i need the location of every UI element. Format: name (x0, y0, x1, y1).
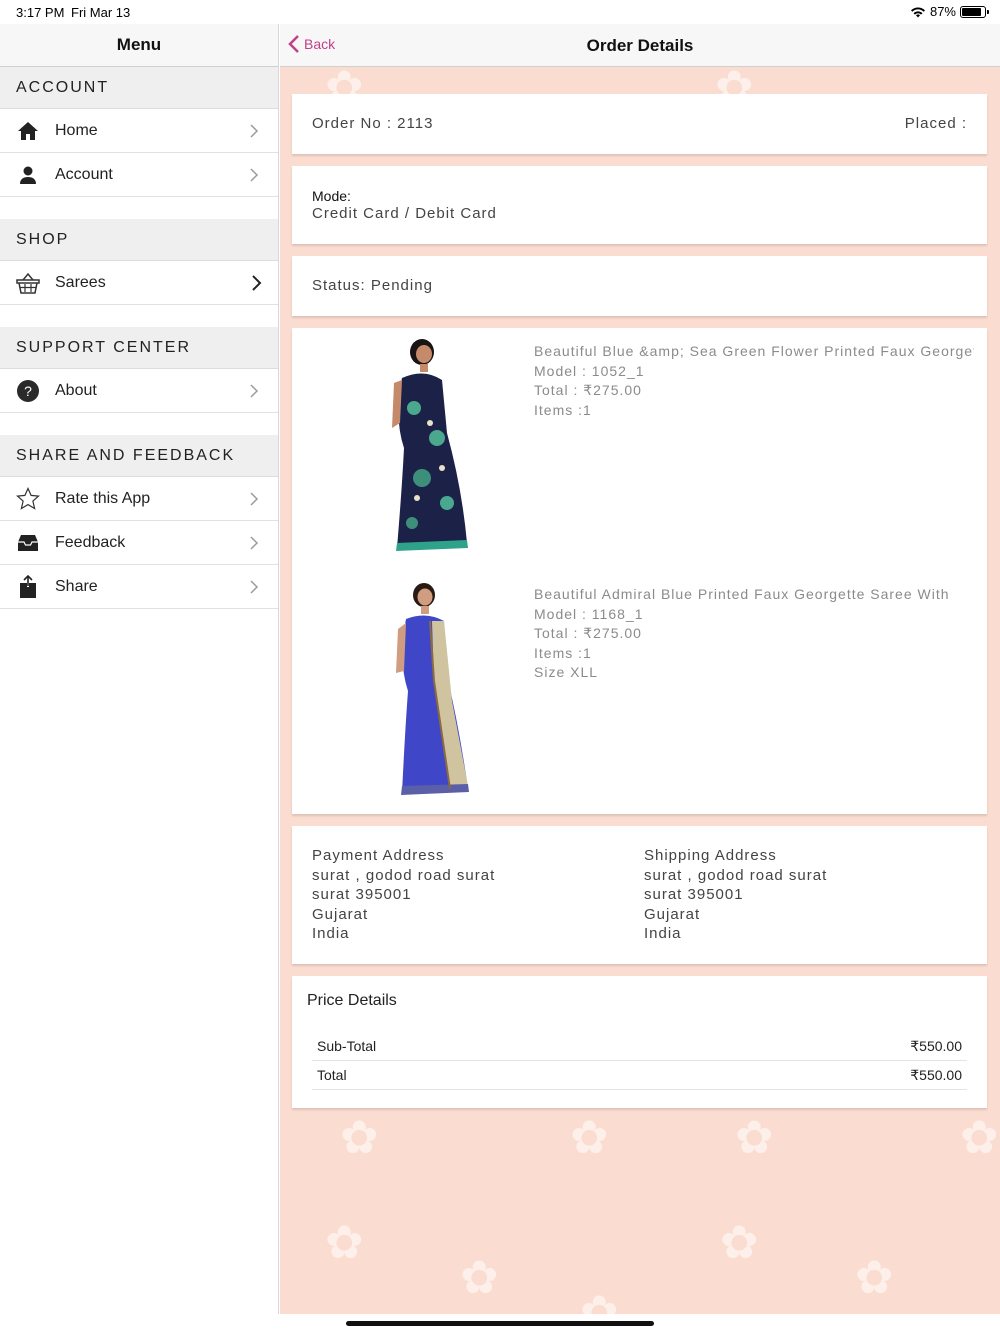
price-value: ₹550.00 (910, 1067, 962, 1083)
payment-address-line: India (312, 925, 350, 943)
shipping-address-line: India (644, 925, 682, 943)
status-right: 87% (910, 4, 989, 19)
basket-icon (16, 271, 40, 295)
chevron-right-icon (250, 168, 259, 182)
status-date: Fri Mar 13 (71, 5, 131, 20)
sidebar-item-share[interactable]: Share (0, 565, 278, 609)
list-item[interactable]: Beautiful Blue &amp; Sea Green Flower Pr… (292, 328, 987, 568)
wifi-icon (910, 7, 925, 17)
person-icon (16, 163, 40, 187)
shipping-address-line: surat , godod road surat (644, 866, 828, 884)
chevron-right-icon (250, 384, 259, 398)
price-details-title: Price Details (307, 992, 397, 1009)
section-account: ACCOUNT (0, 67, 278, 109)
battery-icon (960, 5, 989, 18)
sidebar-menu: Menu ACCOUNT Home Account SHOP Sarees SU… (0, 24, 279, 1314)
order-placed: Placed : (904, 115, 967, 132)
sidebar-item-label: Home (55, 121, 98, 139)
page-title: Order Details (586, 36, 694, 55)
shipping-address-line: Gujarat (644, 905, 701, 923)
section-gap (0, 305, 278, 327)
order-items-card: Beautiful Blue &amp; Sea Green Flower Pr… (292, 328, 987, 814)
sidebar-item-account[interactable]: Account (0, 153, 278, 197)
shipping-address-heading: Shipping Address (644, 847, 777, 864)
section-shop: SHOP (0, 219, 278, 261)
product-name: Beautiful Admiral Blue Printed Faux Geor… (534, 586, 950, 602)
price-label: Total (317, 1067, 347, 1083)
star-icon (16, 487, 40, 511)
chevron-right-icon (250, 580, 259, 594)
section-gap (0, 197, 278, 219)
payment-mode-card: Mode: Credit Card / Debit Card (292, 166, 987, 244)
status-time: 3:17 PM (16, 5, 65, 20)
product-image (392, 339, 468, 551)
sidebar-item-about[interactable]: ? About (0, 369, 278, 413)
product-name: Beautiful Blue &amp; Sea Green Flower Pr… (534, 343, 974, 359)
product-image (396, 583, 469, 795)
chevron-right-icon (250, 536, 259, 550)
product-items: Items :1 (534, 644, 592, 661)
sidebar-item-feedback[interactable]: Feedback (0, 521, 278, 565)
section-gap (0, 413, 278, 435)
payment-address-heading: Payment Address (312, 847, 445, 864)
chevron-right-icon (250, 492, 259, 506)
sidebar-item-label: About (55, 381, 97, 399)
sidebar-item-label: Sarees (55, 273, 106, 291)
payment-address-line: surat 395001 (312, 886, 412, 904)
sidebar-item-label: Feedback (55, 533, 126, 551)
payment-address-line: surat , godod road surat (312, 866, 496, 884)
product-size: Size XLL (534, 664, 599, 681)
product-total: Total : ₹275.00 (534, 382, 642, 399)
payment-address: Payment Address surat , godod road surat… (312, 846, 495, 944)
order-details-panel: ✿ ✿ ✿ ✿ ✿ ✿ ✿ ✿ ✿ ✿ ✿ Back Order Details… (280, 24, 1000, 1314)
home-icon (16, 119, 40, 143)
product-items: Items :1 (534, 401, 592, 418)
price-row-subtotal: Sub-Total ₹550.00 (312, 1032, 967, 1061)
section-support-center: SUPPORT CENTER (0, 327, 278, 369)
list-item[interactable]: Beautiful Admiral Blue Printed Faux Geor… (292, 571, 987, 811)
price-label: Sub-Total (317, 1038, 377, 1054)
sidebar-item-home[interactable]: Home (0, 109, 278, 153)
order-status: Status: Pending (312, 277, 433, 294)
question-icon: ? (16, 379, 40, 403)
share-icon (16, 575, 40, 599)
price-value: ₹550.00 (910, 1038, 962, 1054)
shipping-address: Shipping Address surat , godod road sura… (644, 846, 827, 944)
sidebar-item-sarees[interactable]: Sarees (0, 261, 278, 305)
sidebar-item-label: Account (55, 165, 113, 183)
product-info: Beautiful Blue &amp; Sea Green Flower Pr… (534, 342, 974, 420)
product-model: Model : 1168_1 (534, 605, 644, 622)
mode-value: Credit Card / Debit Card (312, 205, 497, 222)
mode-label: Mode: (312, 188, 351, 204)
sidebar-title: Menu (0, 24, 278, 67)
product-total: Total : ₹275.00 (534, 625, 642, 642)
status-bar: 3:17 PM Fri Mar 13 87% (0, 0, 1000, 24)
address-card: Payment Address surat , godod road surat… (292, 826, 987, 964)
price-row-total: Total ₹550.00 (312, 1061, 967, 1090)
battery-percent: 87% (929, 4, 956, 19)
product-model: Model : 1052_1 (534, 362, 645, 379)
chevron-right-icon (250, 124, 259, 138)
product-info: Beautiful Admiral Blue Printed Faux Geor… (534, 585, 974, 683)
payment-address-line: Gujarat (312, 905, 369, 923)
home-indicator[interactable] (346, 1321, 654, 1326)
section-share-and-feedback: SHARE AND FEEDBACK (0, 435, 278, 477)
order-number-card: Order No : 2113 Placed : (292, 94, 987, 154)
price-details-card: Price Details Sub-Total ₹550.00 Total ₹5… (292, 976, 987, 1108)
shipping-address-line: surat 395001 (644, 886, 744, 904)
inbox-icon (16, 531, 40, 555)
sidebar-item-label: Rate this App (55, 489, 151, 507)
chevron-right-icon (252, 275, 262, 291)
order-number: Order No : 2113 (312, 115, 434, 132)
svg-text:?: ? (24, 383, 32, 399)
nav-bar: Back Order Details (280, 24, 1000, 67)
order-status-card: Status: Pending (292, 256, 987, 316)
sidebar-item-label: Share (55, 577, 98, 595)
sidebar-item-rate-this-app[interactable]: Rate this App (0, 477, 278, 521)
